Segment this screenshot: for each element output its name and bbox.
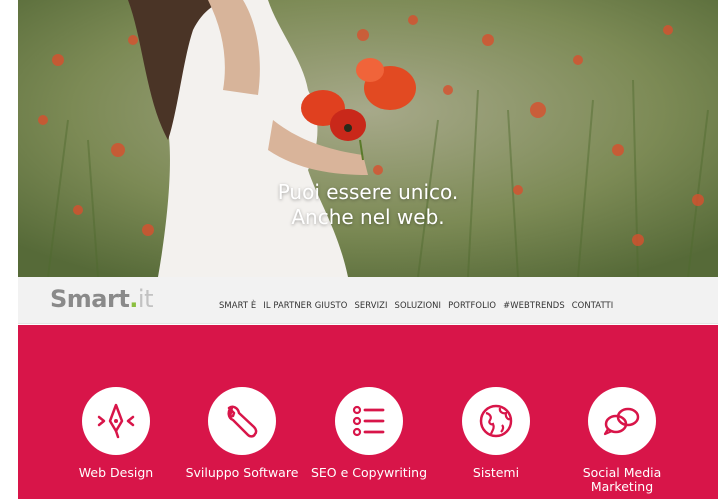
nav-item-portfolio[interactable]: PORTFOLIO — [448, 300, 496, 310]
service-icon-circle — [82, 387, 150, 455]
main-nav: SMART È IL PARTNER GIUSTO SERVIZI SOLUZI… — [219, 300, 620, 310]
speech-bubbles-icon — [603, 407, 640, 436]
service-social-media-marketing[interactable]: Social Media Marketing — [557, 387, 687, 494]
hero-tagline-line1: Puoi essere unico. — [277, 180, 459, 204]
nav-item-smart-e[interactable]: SMART È — [219, 300, 256, 310]
page: Puoi essere unico. Anche nel web. Smart.… — [18, 0, 718, 499]
service-label: SEO e Copywriting — [310, 465, 428, 480]
service-label: Social Media Marketing — [582, 465, 662, 494]
service-web-design[interactable]: Web Design — [51, 387, 181, 480]
nav-item-webtrends[interactable]: #WEBTRENDS — [503, 300, 565, 310]
site-header: Smart.it SMART È IL PARTNER GIUSTO SERVI… — [18, 277, 718, 324]
logo-name: Smart — [50, 285, 130, 313]
hero-image — [18, 0, 718, 277]
hero-tagline-line2: Anche nel web. — [291, 205, 445, 229]
wrench-icon — [227, 405, 258, 438]
service-label: Sistemi — [472, 465, 520, 480]
nav-item-servizi[interactable]: SERVIZI — [354, 300, 387, 310]
service-icon-circle — [462, 387, 530, 455]
nav-item-soluzioni[interactable]: SOLUZIONI — [395, 300, 442, 310]
pen-nib-icon — [97, 403, 135, 439]
service-label: Web Design — [78, 465, 154, 480]
globe-icon — [479, 404, 513, 438]
hero-tagline: Puoi essere unico. Anche nel web. — [18, 180, 718, 230]
nav-item-partner-giusto[interactable]: IL PARTNER GIUSTO — [263, 300, 347, 310]
logo-dot: . — [129, 285, 138, 313]
service-sistemi[interactable]: Sistemi — [431, 387, 561, 480]
service-label: Sviluppo Software — [185, 465, 299, 480]
nav-item-contatti[interactable]: CONTATTI — [572, 300, 614, 310]
services-section: Web Design Sviluppo Software SEO e Copyw… — [18, 325, 718, 499]
service-icon-circle — [588, 387, 656, 455]
list-icon — [352, 405, 385, 437]
hero-banner: Puoi essere unico. Anche nel web. — [18, 0, 718, 277]
service-sviluppo-software[interactable]: Sviluppo Software — [177, 387, 307, 480]
service-icon-circle — [335, 387, 403, 455]
service-icon-circle — [208, 387, 276, 455]
site-logo[interactable]: Smart.it — [50, 285, 154, 313]
logo-tld: it — [137, 285, 154, 313]
service-seo-copywriting[interactable]: SEO e Copywriting — [304, 387, 434, 480]
